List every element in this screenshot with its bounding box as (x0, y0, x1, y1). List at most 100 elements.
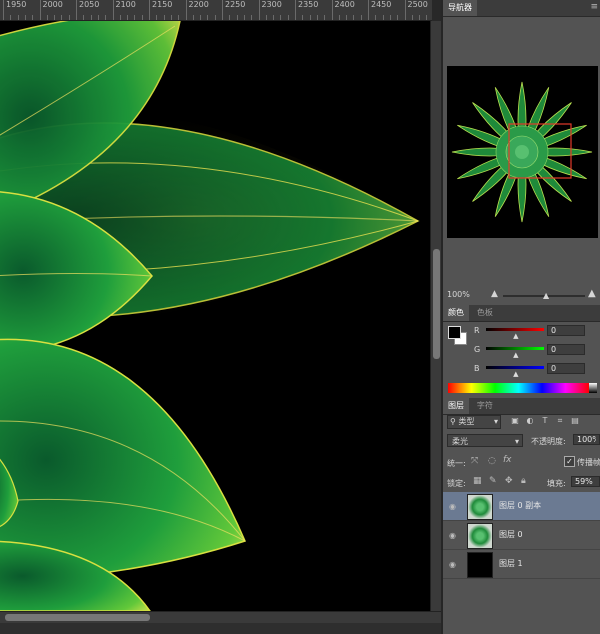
g-label: G (474, 345, 481, 354)
document-canvas[interactable] (0, 21, 430, 611)
ruler-tick-label: 2200 (185, 0, 209, 20)
ruler-minor-tick (397, 15, 399, 20)
layer-name[interactable]: 图层 0 (499, 529, 523, 540)
ruler-minor-tick (54, 15, 56, 20)
ruler-minor-tick (24, 15, 26, 20)
adjustment-filter-icon[interactable]: ◐ (524, 415, 536, 427)
scroll-thumb[interactable] (5, 614, 150, 621)
petal (0, 338, 247, 582)
r-slider[interactable] (486, 328, 544, 331)
r-value-input[interactable] (547, 325, 585, 336)
ruler-minor-tick (83, 15, 85, 20)
ruler-minor-tick (426, 15, 428, 20)
ruler-minor-tick (338, 15, 340, 20)
ruler-tick-label: 2450 (367, 0, 392, 20)
lock-move-icon[interactable]: ✥ (505, 476, 513, 486)
layer-name[interactable]: 图层 0 副本 (499, 500, 541, 511)
spectrum-gray[interactable] (589, 383, 597, 393)
ruler-minor-tick (287, 15, 289, 20)
unify-visibility-icon[interactable]: ◌ (488, 456, 496, 466)
blend-mode-select[interactable]: 柔光 ▾ (447, 434, 523, 447)
zoom-slider-thumb[interactable]: ▲ (543, 291, 549, 300)
layer-row[interactable]: ◉ 图层 0 副本 (443, 492, 600, 521)
r-slider-thumb[interactable]: ▲ (513, 332, 518, 340)
zoom-value[interactable]: 100% (447, 290, 470, 299)
image-filter-icon[interactable]: ▣ (509, 415, 521, 427)
b-label: B (474, 364, 480, 373)
tab-color[interactable]: 颜色 (443, 305, 469, 321)
ruler-minor-tick (346, 15, 348, 20)
search-icon: ⚲ (450, 417, 456, 426)
shape-filter-icon[interactable]: ⌗ (554, 415, 566, 427)
eye-icon[interactable]: ◉ (449, 502, 456, 511)
ruler-tick-label: 2150 (148, 0, 173, 20)
ruler-minor-tick (97, 15, 99, 20)
ruler-tick-label: 2000 (39, 0, 63, 20)
ruler-minor-tick (10, 15, 12, 20)
ruler-minor-tick (243, 15, 245, 20)
layer-row[interactable]: ◉ 图层 1 (443, 550, 600, 579)
foreground-swatch[interactable] (448, 326, 461, 339)
unify-style-icon[interactable]: fx (503, 455, 512, 465)
ruler-minor-tick (265, 15, 267, 20)
ruler-tick-label: 2300 (258, 0, 282, 20)
tab-navigator[interactable]: 导航器 (443, 0, 477, 16)
g-slider-thumb[interactable]: ▲ (513, 351, 518, 359)
ruler-minor-tick (90, 15, 92, 20)
ruler-minor-tick (46, 15, 48, 20)
lock-label: 锁定: (447, 479, 466, 488)
layer-thumbnail (467, 552, 493, 578)
layer-filter-select[interactable]: ⚲ 类型 ▾ (447, 415, 501, 429)
ruler-minor-tick (353, 15, 355, 20)
layer-row[interactable]: ◉ 图层 0 (443, 521, 600, 550)
tab-layers[interactable]: 图层 (443, 398, 469, 414)
g-value-input[interactable] (547, 344, 585, 355)
g-slider[interactable] (486, 347, 544, 350)
flower-artwork (0, 21, 420, 611)
ruler-minor-tick (200, 15, 202, 20)
chevron-down-icon: ▾ (514, 437, 519, 446)
propagate-checkbox[interactable]: ✓ (564, 456, 575, 467)
blend-mode-value: 柔光 (452, 437, 468, 446)
ruler-tick-label: 2250 (221, 0, 246, 20)
layer-thumbnail (467, 494, 493, 520)
ruler-minor-tick (251, 15, 253, 20)
navigator-preview[interactable] (447, 66, 598, 238)
ruler-minor-tick (17, 15, 19, 20)
panel-menu-icon[interactable]: ≡ (590, 2, 598, 12)
ruler-tick-label: 2050 (75, 0, 100, 20)
lock-pixels-icon[interactable]: ▦ (473, 476, 482, 486)
eye-icon[interactable]: ◉ (449, 531, 456, 540)
ruler-minor-tick (105, 15, 107, 20)
spectrum-bar[interactable] (448, 383, 589, 393)
ruler-minor-tick (419, 15, 421, 20)
eye-icon[interactable]: ◉ (449, 560, 456, 569)
ruler-minor-tick (382, 15, 384, 20)
lock-all-icon[interactable]: 🔒︎ (521, 476, 526, 486)
navigator-thumbnail (451, 81, 593, 223)
opacity-label: 不透明度: (531, 437, 566, 446)
opacity-input[interactable] (573, 434, 600, 445)
ruler-minor-tick (316, 15, 318, 20)
ruler-minor-tick (389, 15, 391, 20)
unify-position-icon[interactable]: ⤧ (471, 456, 478, 466)
ruler-minor-tick (302, 15, 304, 20)
r-label: R (474, 326, 480, 335)
b-slider-thumb[interactable]: ▲ (513, 370, 518, 378)
ruler-minor-tick (236, 15, 238, 20)
ruler-minor-tick (411, 15, 413, 20)
smart-object-filter-icon[interactable]: ▤ (569, 415, 581, 427)
type-filter-icon[interactable]: T (539, 415, 551, 427)
zoom-in-icon[interactable]: ▲ (588, 288, 596, 299)
scroll-thumb[interactable] (433, 249, 440, 359)
ruler-minor-tick (375, 15, 377, 20)
b-value-input[interactable] (547, 363, 585, 374)
ruler-minor-tick (134, 15, 136, 20)
layer-name[interactable]: 图层 1 (499, 558, 523, 569)
b-slider[interactable] (486, 366, 544, 369)
tab-swatches[interactable]: 色板 (472, 305, 498, 321)
zoom-out-icon[interactable]: ▲ (491, 289, 498, 299)
tab-character[interactable]: 字符 (472, 398, 498, 414)
lock-paint-icon[interactable]: ✎ (489, 476, 497, 486)
fill-input[interactable] (571, 476, 600, 487)
